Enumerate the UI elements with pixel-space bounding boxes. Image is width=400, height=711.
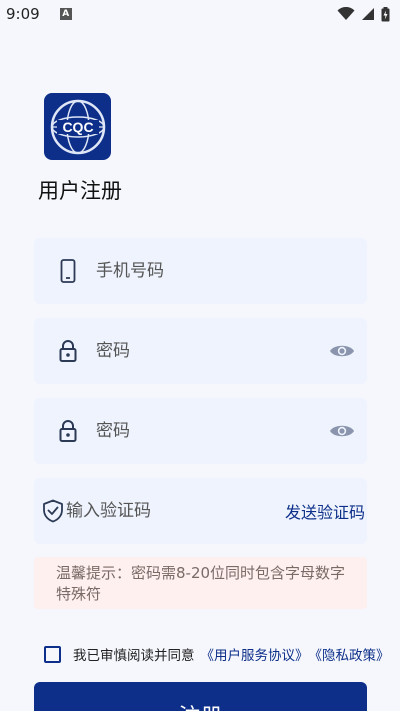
wifi-icon	[337, 7, 355, 20]
confirm-password-field	[34, 398, 367, 464]
eye-icon	[330, 425, 354, 437]
agreement-row: 我已审慎阅读并同意 《用户服务协议》 《隐私政策》	[44, 643, 390, 665]
page-title: 用户注册	[38, 179, 122, 203]
svg-text:CQC: CQC	[62, 119, 93, 135]
phone-icon	[42, 238, 94, 304]
phone-input[interactable]	[94, 238, 367, 304]
password-field	[34, 318, 367, 384]
battery-charging-icon	[381, 6, 390, 21]
status-bar: 9:09 A	[0, 0, 400, 28]
verification-code-field: 发送验证码	[34, 478, 367, 544]
lock-icon	[42, 318, 94, 384]
confirm-password-input[interactable]	[94, 398, 317, 464]
eye-icon	[330, 345, 354, 357]
shield-check-icon	[42, 478, 64, 544]
show-confirm-password-toggle[interactable]	[317, 398, 367, 464]
register-button[interactable]: 注册	[34, 682, 367, 711]
status-time: 9:09	[6, 5, 40, 23]
verification-code-input[interactable]	[64, 478, 285, 544]
signal-icon	[362, 8, 374, 20]
send-code-button[interactable]: 发送验证码	[285, 499, 393, 523]
privacy-link[interactable]: 《隐私政策》	[309, 644, 390, 664]
show-password-toggle[interactable]	[317, 318, 367, 384]
agreement-checkbox[interactable]	[44, 645, 61, 663]
lock-icon	[42, 398, 94, 464]
terms-link[interactable]: 《用户服务协议》	[201, 644, 309, 664]
password-tip: 温馨提示：密码需8-20位同时包含字母数字特殊符	[34, 557, 367, 609]
app-logo: CQC	[44, 93, 111, 160]
notification-icon: A	[59, 8, 72, 20]
phone-field	[34, 238, 367, 304]
password-input[interactable]	[94, 318, 317, 384]
register-screen: 9:09 A CQC 用户注册 手机号码 输入验证码 发送验证码 温馨提示：密码…	[0, 0, 400, 711]
status-indicators	[337, 6, 390, 22]
agreement-text: 我已审慎阅读并同意	[73, 648, 195, 664]
